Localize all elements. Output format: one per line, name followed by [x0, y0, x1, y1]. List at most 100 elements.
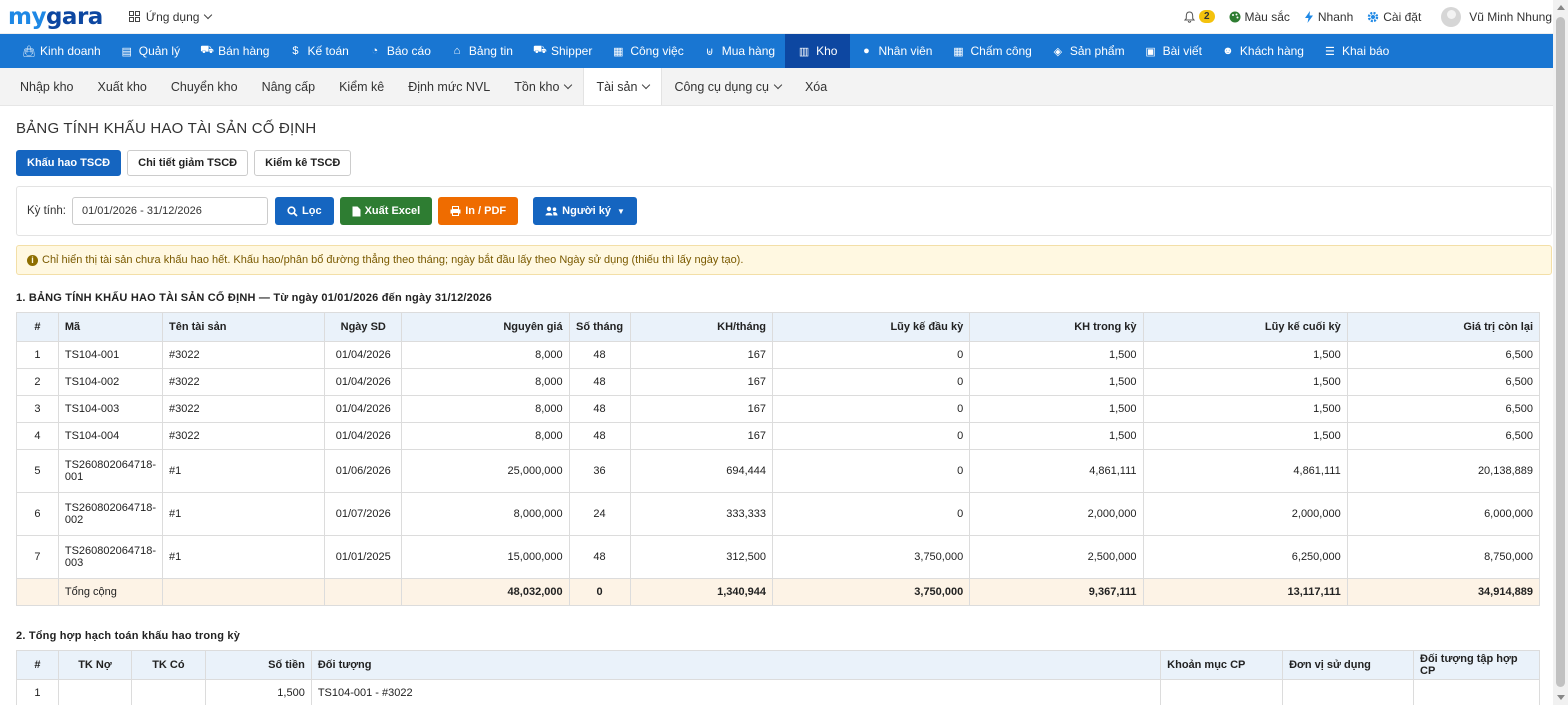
users-icon — [545, 206, 558, 216]
cell-period: 1,500 — [969, 422, 1144, 450]
cell-cost-object — [1413, 679, 1540, 705]
cell-name: #3022 — [161, 395, 326, 423]
tab-kiem-ke[interactable]: Kiểm kê TSCĐ — [254, 150, 352, 176]
cell-date: 01/06/2026 — [324, 449, 403, 493]
cell-index: 1 — [16, 679, 59, 705]
nav-cong-viec[interactable]: ▦ Công việc — [602, 34, 693, 68]
page-title: BẢNG TÍNH KHẤU HAO TÀI SẢN CỐ ĐỊNH — [16, 120, 317, 137]
subtab-chuyen-kho[interactable]: Chuyển kho — [159, 68, 250, 105]
subtab-ton-kho[interactable]: Tồn kho — [502, 68, 583, 105]
dollar-icon: $ — [292, 45, 299, 57]
cell-monthly: 167 — [629, 368, 774, 396]
col-header: KH/tháng — [629, 312, 774, 342]
subtab-nang-cap[interactable]: Nâng cấp — [250, 68, 328, 105]
nav-bao-cao[interactable]: ◔ Báo cáo — [359, 34, 441, 68]
nav-bang-tin[interactable]: ⌂ Bảng tin — [441, 34, 523, 68]
cell-unit — [1282, 679, 1415, 705]
chevron-down-icon — [773, 80, 783, 90]
basket-icon: ⊎ — [705, 45, 714, 58]
cell-index: 4 — [16, 422, 59, 450]
total-remain: 34,914,889 — [1346, 578, 1541, 606]
total-cell-empty — [16, 578, 59, 606]
nav-quan-ly[interactable]: ▤ Quản lý — [111, 34, 190, 68]
table-row[interactable]: 4 TS104-004 #3022 01/04/2026 8,000 48 16… — [16, 422, 1541, 450]
nav-khach-hang[interactable]: ☻ Khách hàng — [1212, 34, 1314, 68]
subtab-kiem-ke[interactable]: Kiểm kê — [327, 68, 396, 105]
depreciation-table: # Mã Tên tài sản Ngày SD Nguyên giá Số t… — [16, 312, 1541, 606]
cell-months: 48 — [568, 368, 631, 396]
main-content: BẢNG TÍNH KHẤU HAO TÀI SẢN CỐ ĐỊNH Khấu … — [0, 120, 1568, 705]
table-row[interactable]: 1 TS104-001 #3022 01/04/2026 8,000 48 16… — [16, 341, 1541, 369]
smile-icon: ☻ — [1222, 45, 1234, 57]
nav-cham-cong[interactable]: ▦ Chấm công — [942, 34, 1041, 68]
subtab-xuat-kho[interactable]: Xuất kho — [86, 68, 159, 105]
table-row[interactable]: 2 TS104-002 #3022 01/04/2026 8,000 48 16… — [16, 368, 1541, 396]
table-row[interactable]: 5 TS260802064718- 001 #1 01/06/2026 25,00… — [16, 449, 1541, 493]
nav-ke-toan[interactable]: $ Kế toán — [279, 34, 358, 68]
total-cell-empty — [161, 578, 326, 606]
print-pdf-button[interactable]: In / PDF — [438, 197, 519, 225]
table-row[interactable]: 1 1,500 TS104-001 - #3022 — [16, 679, 1540, 705]
signer-dropdown[interactable]: Người ký ▼ — [533, 197, 637, 225]
nav-nhan-vien[interactable]: ● Nhân viên — [850, 34, 942, 68]
nav-label: Kho — [816, 44, 838, 58]
cell-period: 2,000,000 — [969, 492, 1144, 536]
logo[interactable]: mygara — [8, 0, 103, 34]
notice-text: Chỉ hiển thị tài sản chưa khấu hao hết. … — [42, 254, 744, 266]
cart-icon: ⛟ — [200, 44, 214, 56]
calendar-check-icon: ▦ — [953, 45, 964, 58]
apps-label: Ứng dụng — [145, 9, 200, 24]
quick-button[interactable]: Nhanh — [1304, 10, 1353, 24]
period-label: Kỳ tính: — [27, 205, 66, 217]
palette-icon — [1229, 11, 1241, 22]
total-cell-empty — [324, 578, 403, 606]
nav-shipper[interactable]: ⛟ Shipper — [523, 34, 602, 68]
col-header: # — [16, 312, 59, 342]
cell-period: 1,500 — [969, 368, 1144, 396]
table-row[interactable]: 6 TS260802064718- 002 #1 01/07/2026 8,000… — [16, 492, 1541, 536]
user-menu[interactable]: Vũ Minh Nhung — [1441, 6, 1552, 27]
subtab-nhap-kho[interactable]: Nhập kho — [8, 68, 86, 105]
nav-kho[interactable]: ▥ Kho — [785, 34, 851, 68]
subtab-xoa[interactable]: Xóa — [793, 68, 839, 105]
subtab-cong-cu-dung-cu[interactable]: Công cụ dụng cụ — [662, 68, 793, 105]
scrollbar-thumb[interactable] — [1556, 17, 1565, 687]
settings-button[interactable]: Cài đặt — [1367, 10, 1421, 24]
table-row[interactable]: 7 TS260802064718- 003 #1 01/01/2025 15,00… — [16, 535, 1541, 579]
logo-gara: gara — [45, 3, 103, 30]
subtab-dinh-muc-nvl[interactable]: Định mức NVL — [396, 68, 502, 105]
total-label: Tổng cộng — [57, 578, 164, 606]
scroll-up-icon[interactable] — [1557, 5, 1565, 10]
nav-label: Quản lý — [138, 44, 181, 58]
user-icon: ● — [863, 45, 870, 57]
color-button[interactable]: Màu sắc — [1229, 10, 1290, 24]
tab-khau-hao[interactable]: Khấu hao TSCĐ — [16, 150, 122, 176]
scroll-down-icon[interactable] — [1557, 695, 1565, 700]
tab-chi-tiet-giam[interactable]: Chi tiết giảm TSCĐ — [127, 150, 249, 176]
notification-button[interactable]: 2 — [1183, 10, 1215, 23]
cell-code: TS260802064718- 001 — [57, 449, 164, 493]
cell-close: 6,250,000 — [1142, 535, 1348, 579]
vertical-scrollbar[interactable] — [1553, 0, 1568, 705]
chevron-down-icon — [204, 10, 213, 20]
cell-close: 4,861,111 — [1142, 449, 1348, 493]
table-row[interactable]: 3 TS104-003 #3022 01/04/2026 8,000 48 16… — [16, 395, 1541, 423]
top-bar: mygara Ứng dụng 2 Màu sắc Nhanh Cài đặt … — [0, 0, 1568, 34]
nav-khai-bao[interactable]: ☰ Khai báo — [1314, 34, 1399, 68]
date-range-input[interactable]: 01/01/2026 - 31/12/2026 — [72, 197, 268, 225]
total-monthly: 1,340,944 — [629, 578, 774, 606]
sub-nav: Nhập kho Xuất kho Chuyển kho Nâng cấp Ki… — [0, 68, 1568, 106]
cell-expense — [1160, 679, 1284, 705]
nav-bai-viet[interactable]: ▣ Bài viết — [1135, 34, 1212, 68]
nav-mua-hang[interactable]: ⊎ Mua hàng — [694, 34, 785, 68]
apps-menu[interactable]: Ứng dụng — [128, 9, 213, 24]
nav-ban-hang[interactable]: ⛟ Bán hàng — [190, 34, 279, 68]
cell-open: 0 — [772, 422, 971, 450]
subtab-tai-san[interactable]: Tài sản — [583, 68, 663, 105]
subtab-label: Công cụ dụng cụ — [674, 79, 769, 94]
nav-kinh-doanh[interactable]: 👜︎ Kinh doanh — [12, 34, 111, 68]
export-excel-button[interactable]: Xuất Excel — [339, 197, 433, 225]
filter-button[interactable]: Lọc — [275, 197, 334, 225]
col-header: Tên tài sản — [161, 312, 326, 342]
nav-san-pham[interactable]: ◈ Sản phẩm — [1042, 34, 1135, 68]
